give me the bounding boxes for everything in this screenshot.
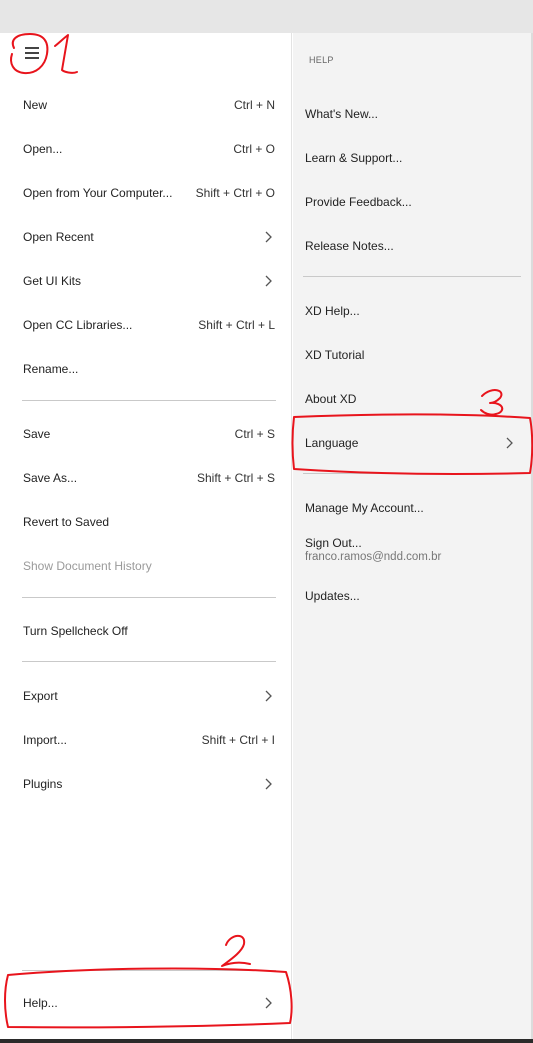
menu-item-show-document-history: Show Document History — [0, 546, 292, 586]
menu-item-label: Save — [23, 427, 51, 441]
menu-item-label: Show Document History — [23, 559, 152, 573]
help-item-release-notes[interactable]: Release Notes... — [293, 226, 531, 266]
help-item-learn-support[interactable]: Learn & Support... — [293, 138, 531, 178]
window-top-bar — [0, 0, 533, 33]
chevron-right-icon — [265, 275, 272, 287]
menu-item-new[interactable]: New Ctrl + N — [0, 85, 292, 125]
menu-divider — [22, 970, 276, 971]
chevron-right-icon — [506, 437, 513, 449]
help-item-label: Provide Feedback... — [305, 195, 412, 209]
menu-divider — [22, 661, 276, 662]
menu-item-label: Help... — [23, 996, 58, 1010]
menu-item-save-as[interactable]: Save As... Shift + Ctrl + S — [0, 458, 292, 498]
menu-item-get-ui-kits[interactable]: Get UI Kits — [0, 261, 292, 301]
menu-item-label: Open from Your Computer... — [23, 186, 173, 200]
account-email: franco.ramos@ndd.com.br — [305, 551, 442, 563]
help-submenu-panel: HELP What's New... Learn & Support... Pr… — [293, 33, 531, 1039]
menu-item-label: Turn Spellcheck Off — [23, 624, 128, 638]
menu-item-label: Open CC Libraries... — [23, 318, 133, 332]
menu-item-help[interactable]: Help... — [0, 983, 292, 1023]
menu-item-label: Plugins — [23, 777, 63, 791]
menu-item-save[interactable]: Save Ctrl + S — [0, 414, 292, 454]
help-item-language[interactable]: Language — [293, 423, 531, 463]
hamburger-menu-icon[interactable] — [22, 42, 42, 62]
help-item-label: About XD — [305, 392, 357, 406]
help-divider — [303, 276, 521, 277]
menu-item-shortcut: Ctrl + S — [234, 427, 275, 441]
help-item-label: Learn & Support... — [305, 151, 403, 165]
menu-item-revert-to-saved[interactable]: Revert to Saved — [0, 502, 292, 542]
menu-item-shortcut: Shift + Ctrl + O — [195, 186, 275, 200]
menu-divider — [22, 400, 276, 401]
menu-item-label: Open Recent — [23, 230, 94, 244]
menu-item-export[interactable]: Export — [0, 676, 292, 716]
chevron-right-icon — [265, 231, 272, 243]
help-item-label: Manage My Account... — [305, 501, 424, 515]
menu-item-open[interactable]: Open... Ctrl + O — [0, 129, 292, 169]
help-item-label: Language — [305, 436, 359, 450]
menu-item-rename[interactable]: Rename... — [0, 349, 292, 389]
menu-item-label: Export — [23, 689, 58, 703]
help-item-label: XD Help... — [305, 304, 360, 318]
menu-item-plugins[interactable]: Plugins — [0, 764, 292, 804]
menu-item-shortcut: Ctrl + O — [233, 142, 275, 156]
help-item-manage-account[interactable]: Manage My Account... — [293, 488, 531, 528]
menu-item-label: Open... — [23, 142, 63, 156]
help-divider — [303, 473, 521, 474]
help-item-about-xd[interactable]: About XD — [293, 379, 531, 419]
menu-item-label: Revert to Saved — [23, 515, 110, 529]
window-bottom-bar — [0, 1039, 533, 1043]
file-menu-panel: New Ctrl + N Open... Ctrl + O Open from … — [0, 33, 292, 1039]
chevron-right-icon — [265, 690, 272, 702]
help-item-xd-tutorial[interactable]: XD Tutorial — [293, 335, 531, 375]
help-item-label: What's New... — [305, 107, 378, 121]
menu-item-shortcut: Shift + Ctrl + S — [196, 471, 275, 485]
menu-item-label: Import... — [23, 733, 68, 747]
menu-item-label: New — [23, 98, 48, 112]
chevron-right-icon — [265, 778, 272, 790]
menu-item-shortcut: Shift + Ctrl + L — [198, 318, 275, 332]
help-item-label: Release Notes... — [305, 239, 394, 253]
help-item-updates[interactable]: Updates... — [293, 576, 531, 616]
help-item-sign-out[interactable]: Sign Out... franco.ramos@ndd.com.br — [293, 531, 531, 575]
menu-item-shortcut: Ctrl + N — [233, 98, 275, 112]
menu-item-open-from-computer[interactable]: Open from Your Computer... Shift + Ctrl … — [0, 173, 292, 213]
menu-item-shortcut: Shift + Ctrl + I — [201, 733, 275, 747]
help-item-xd-help[interactable]: XD Help... — [293, 291, 531, 331]
menu-item-open-recent[interactable]: Open Recent — [0, 217, 292, 257]
menu-divider — [22, 597, 276, 598]
help-item-label: Sign Out... — [305, 536, 362, 550]
menu-item-label: Rename... — [23, 362, 79, 376]
help-item-label: XD Tutorial — [305, 348, 365, 362]
help-section-title: HELP — [309, 55, 334, 65]
menu-item-label: Get UI Kits — [23, 274, 82, 288]
help-item-whats-new[interactable]: What's New... — [293, 94, 531, 134]
menu-item-open-cc-libraries[interactable]: Open CC Libraries... Shift + Ctrl + L — [0, 305, 292, 345]
menu-item-import[interactable]: Import... Shift + Ctrl + I — [0, 720, 292, 760]
menu-item-label: Save As... — [23, 471, 78, 485]
help-item-label: Updates... — [305, 589, 360, 603]
help-item-provide-feedback[interactable]: Provide Feedback... — [293, 182, 531, 222]
chevron-right-icon — [265, 997, 272, 1009]
menu-item-turn-spellcheck-off[interactable]: Turn Spellcheck Off — [0, 611, 292, 651]
